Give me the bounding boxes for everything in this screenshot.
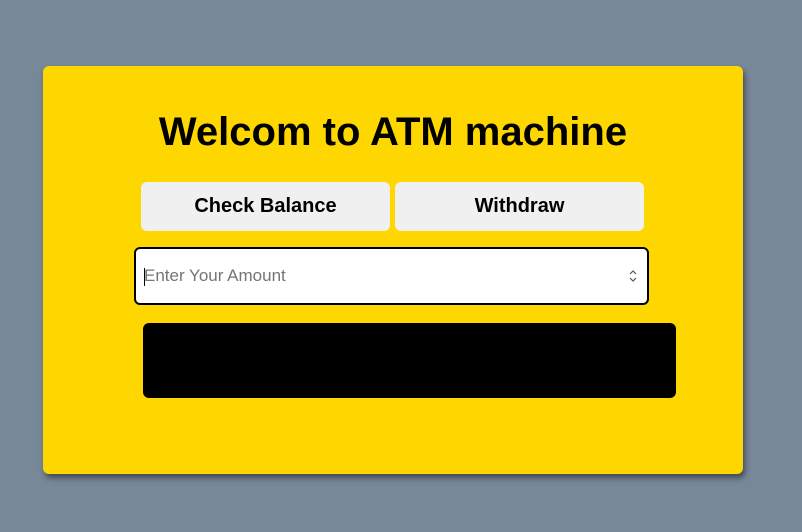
- atm-card: Welcom to ATM machine Check Balance With…: [43, 66, 743, 474]
- spinner-arrows-icon[interactable]: [629, 268, 637, 284]
- amount-input[interactable]: [136, 249, 616, 303]
- check-balance-button[interactable]: Check Balance: [141, 182, 390, 231]
- result-panel: [143, 323, 676, 398]
- text-cursor: [144, 268, 145, 286]
- withdraw-button[interactable]: Withdraw: [395, 182, 644, 231]
- page-title: Welcom to ATM machine: [158, 110, 628, 154]
- amount-field[interactable]: [134, 247, 649, 305]
